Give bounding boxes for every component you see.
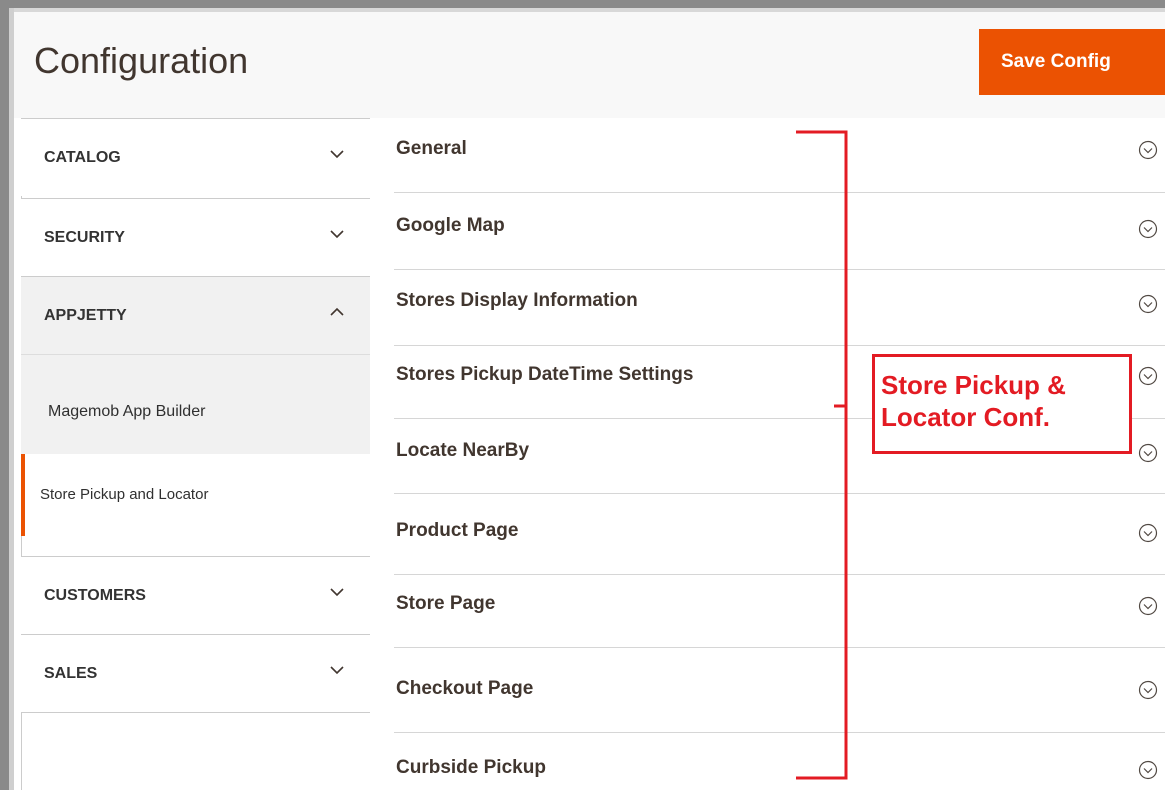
annotation-callout: Store Pickup & Locator Conf. bbox=[872, 354, 1132, 454]
sidebar-item-magemob-app-builder[interactable]: Magemob App Builder bbox=[21, 354, 370, 454]
circle-chevron-down-icon[interactable] bbox=[1138, 366, 1158, 386]
sidebar-tab-catalog[interactable]: CATALOG bbox=[21, 118, 370, 196]
sidebar-tab-appjetty[interactable]: APPJETTY bbox=[21, 276, 370, 354]
section-store-page[interactable]: Store Page bbox=[394, 575, 1165, 648]
config-sections: General Google Map Stores Display Inform… bbox=[394, 118, 1165, 790]
circle-chevron-down-icon[interactable] bbox=[1138, 680, 1158, 700]
section-title: Curbside Pickup bbox=[396, 757, 546, 778]
section-title: Product Page bbox=[396, 520, 519, 541]
circle-chevron-down-icon[interactable] bbox=[1138, 219, 1158, 239]
section-stores-display-information[interactable]: Stores Display Information bbox=[394, 270, 1165, 346]
chevron-down-icon bbox=[330, 230, 344, 239]
sidebar-tab-label: APPJETTY bbox=[44, 307, 127, 324]
annotation-bracket bbox=[796, 130, 848, 780]
config-sidebar: CATALOG SECURITY APPJETTY Magemob App Bu… bbox=[14, 118, 370, 790]
chevron-down-icon bbox=[330, 666, 344, 675]
section-title: Locate NearBy bbox=[396, 440, 530, 461]
circle-chevron-down-icon[interactable] bbox=[1138, 443, 1158, 463]
sidebar-item-label: Magemob App Builder bbox=[48, 403, 206, 420]
section-title: General bbox=[396, 138, 467, 159]
page-header: Configuration Save Config bbox=[14, 12, 1165, 118]
save-config-button[interactable]: Save Config bbox=[979, 29, 1165, 95]
section-checkout-page[interactable]: Checkout Page bbox=[394, 648, 1165, 733]
sidebar-tab-label: SECURITY bbox=[44, 229, 125, 246]
sidebar-tab-customers[interactable]: CUSTOMERS bbox=[21, 556, 370, 634]
sidebar-tab-label: SALES bbox=[44, 665, 98, 682]
section-general[interactable]: General bbox=[394, 118, 1165, 193]
section-google-map[interactable]: Google Map bbox=[394, 193, 1165, 270]
circle-chevron-down-icon[interactable] bbox=[1138, 760, 1158, 780]
circle-chevron-down-icon[interactable] bbox=[1138, 523, 1158, 543]
window-frame-left bbox=[0, 0, 9, 790]
section-title: Checkout Page bbox=[396, 678, 534, 699]
sidebar-tab-security[interactable]: SECURITY bbox=[21, 198, 370, 276]
sidebar-item-label: Store Pickup and Locator bbox=[40, 486, 209, 503]
section-title: Stores Display Information bbox=[396, 290, 638, 311]
chevron-down-icon bbox=[330, 150, 344, 159]
circle-chevron-down-icon[interactable] bbox=[1138, 596, 1158, 616]
section-curbside-pickup[interactable]: Curbside Pickup bbox=[394, 733, 1165, 790]
sidebar-tab-label: CUSTOMERS bbox=[44, 587, 146, 604]
section-title: Google Map bbox=[396, 215, 505, 236]
section-title: Store Page bbox=[396, 593, 496, 614]
window-frame-top bbox=[0, 0, 1165, 8]
circle-chevron-down-icon[interactable] bbox=[1138, 140, 1158, 160]
sidebar-item-store-pickup-and-locator[interactable]: Store Pickup and Locator bbox=[21, 454, 370, 536]
sidebar-tab-sales[interactable]: SALES bbox=[21, 634, 370, 712]
sidebar-tab-label: CATALOG bbox=[44, 149, 121, 166]
section-product-page[interactable]: Product Page bbox=[394, 494, 1165, 575]
page-title: Configuration bbox=[34, 40, 249, 81]
annotation-text: Store Pickup & Locator Conf. bbox=[881, 369, 1066, 433]
chevron-up-icon bbox=[330, 307, 344, 316]
appjetty-subitems: Magemob App Builder Store Pickup and Loc… bbox=[21, 354, 370, 536]
annotation-line-2: Locator Conf. bbox=[881, 402, 1050, 432]
sidebar-empty-area bbox=[21, 712, 370, 790]
chevron-down-icon bbox=[330, 588, 344, 597]
section-title: Stores Pickup DateTime Settings bbox=[396, 364, 694, 385]
circle-chevron-down-icon[interactable] bbox=[1138, 294, 1158, 314]
annotation-line-1: Store Pickup & bbox=[881, 370, 1066, 400]
